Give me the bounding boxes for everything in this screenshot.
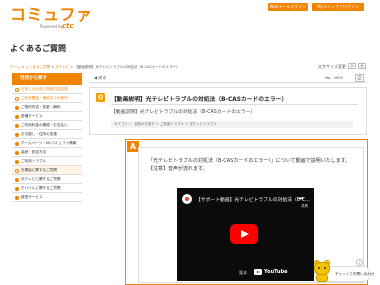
sidebar-item-label: 光電話に関するご質問 bbox=[21, 167, 57, 172]
sidebar-item[interactable]: ご利用開始・増設までの案内 bbox=[12, 94, 82, 103]
sidebar-item-label: 接続・設定方法 bbox=[21, 149, 47, 154]
page-title: よくあるご質問 bbox=[10, 44, 66, 53]
watch-on-label[interactable]: 見る bbox=[239, 270, 247, 276]
sidebar-item[interactable]: 接続・設定方法 bbox=[12, 148, 82, 157]
sidebar-heading: 目的から探す bbox=[12, 73, 82, 85]
bullet-icon bbox=[14, 151, 19, 155]
answer-text: 「光テレビトラブルの対処法（B-CASカードのエラー）」について動画で説明いたし… bbox=[148, 158, 351, 164]
site-header: コミュファ Powered by ctc Webメールログイン Myコミュファロ… bbox=[0, 0, 380, 33]
font-size-label: 文字サイズ変更 bbox=[318, 64, 346, 69]
commufa-logo[interactable]: コミュファ Powered by ctc bbox=[10, 5, 93, 31]
print-icon[interactable]: ⎙ bbox=[355, 74, 364, 82]
back-label: 戻る bbox=[98, 75, 107, 80]
sidebar-item-label: ご利用トラブル bbox=[21, 158, 47, 163]
logo-text: コミュファ bbox=[10, 5, 93, 24]
sidebar-item[interactable]: 各種サービス bbox=[12, 112, 82, 121]
question-box: Q 【動画説明】光テレビトラブルの対処法（B-CASカードのエラー） 【動画説明… bbox=[89, 87, 367, 135]
sidebar: 目的から探す お申し込み及び契約内容変更 ご利用開始・増設までの案内 ご契約内容… bbox=[12, 73, 82, 202]
bullet-icon bbox=[14, 133, 19, 137]
sidebar-item[interactable]: モバイルに関するご質問 bbox=[12, 184, 82, 193]
font-large-button[interactable]: 大 bbox=[358, 63, 366, 69]
bullet-icon bbox=[14, 106, 19, 110]
question-body: 【動画説明】光テレビトラブルの対処法（B-CASカードのエラー） bbox=[111, 110, 256, 115]
mascot-bear-icon bbox=[313, 260, 331, 282]
bullet-icon bbox=[14, 142, 19, 146]
sidebar-item[interactable]: ホームページ・Myコミュファ情報 bbox=[12, 139, 82, 148]
divider bbox=[111, 104, 358, 105]
breadcrumb-home[interactable]: ホーム bbox=[10, 65, 20, 69]
faq-number: No：2895 bbox=[325, 76, 343, 80]
share-label[interactable]: 共有 bbox=[301, 203, 308, 208]
channel-avatar-icon[interactable] bbox=[182, 194, 192, 204]
bullet-icon bbox=[14, 115, 19, 119]
bullet-icon bbox=[14, 124, 19, 128]
sidebar-item-label: ご利用開始・増設までの案内 bbox=[21, 95, 68, 100]
breadcrumb-faq[interactable]: よくあるご質問 bbox=[26, 65, 51, 69]
sidebar-item-label: 光テレビに関するご質問 bbox=[21, 176, 61, 181]
chat-label: チャットでお問い合わせ bbox=[335, 272, 375, 276]
question-title: 【動画説明】光テレビトラブルの対処法（B-CASカードのエラー） bbox=[111, 97, 288, 103]
breadcrumb-current: 【動画説明】光テレビトラブルの対処法（B-CASカードのエラー） bbox=[74, 65, 180, 69]
bullet-icon bbox=[14, 169, 19, 173]
sidebar-item[interactable]: 光電話に関するご質問 bbox=[12, 166, 82, 175]
sidebar-item[interactable]: 光テレビに関するご質問 bbox=[12, 175, 82, 184]
sidebar-item-label: ホームページ・Myコミュファ情報 bbox=[21, 140, 77, 145]
bullet-icon bbox=[14, 178, 19, 182]
sidebar-item[interactable]: ご契約内容・変更・解約 bbox=[12, 103, 82, 112]
sidebar-item[interactable]: お申し込み及び契約内容変更 bbox=[12, 85, 82, 94]
font-small-button[interactable]: 小 bbox=[348, 63, 356, 69]
bullet-icon bbox=[14, 196, 19, 200]
bullet-icon bbox=[14, 160, 19, 164]
logo-ctc: ctc bbox=[62, 22, 74, 30]
play-button-icon[interactable] bbox=[230, 224, 258, 244]
share-icon[interactable]: ➦ bbox=[299, 195, 304, 202]
bullet-icon bbox=[14, 97, 19, 101]
sidebar-item-label: お引越し・住所の変更 bbox=[21, 131, 57, 136]
sidebar-item-label: ご契約内容・変更・解約 bbox=[21, 104, 61, 109]
youtube-logo-icon[interactable] bbox=[254, 269, 262, 275]
category-path: カテゴリー：目的から探す ＞ ご利用トラブル ＞ 光テレビトラブル bbox=[111, 121, 353, 128]
sidebar-item[interactable]: ご利用料金の確認・お支払い bbox=[12, 121, 82, 130]
answer-notice: 【注意】音声が流れます。 bbox=[148, 166, 208, 172]
sidebar-item-label: 各種サービス bbox=[21, 113, 43, 118]
breadcrumb: ホーム > よくあるご質問 > 光テレビ > 【動画説明】光テレビトラブルの対処… bbox=[10, 65, 180, 70]
question-mark-icon: Q bbox=[96, 93, 105, 102]
sidebar-item[interactable]: お引越し・住所の変更 bbox=[12, 130, 82, 139]
faq-toolbar: ◀ 戻る No：2895 ⎙ bbox=[89, 74, 367, 83]
sidebar-item-label: お申し込み及び契約内容変更 bbox=[21, 86, 68, 91]
my-commufa-login-button[interactable]: Myコミュファログイン bbox=[312, 3, 364, 11]
sidebar-item[interactable]: 経営サービス bbox=[12, 193, 82, 202]
webmail-login-button[interactable]: Webメールログイン bbox=[268, 3, 308, 11]
sidebar-item-label: ご利用料金の確認・お支払い bbox=[21, 122, 68, 127]
youtube-wordmark[interactable]: YouTube bbox=[264, 269, 288, 275]
chat-widget-button[interactable]: チャットでお問い合わせ bbox=[314, 260, 375, 282]
bell-icon[interactable]: ♪ bbox=[356, 259, 363, 266]
video-title[interactable]: 【サポート動画】光テレビトラブルの対処法（B-C… bbox=[196, 196, 310, 203]
sidebar-item[interactable]: ご利用トラブル bbox=[12, 157, 82, 166]
bullet-icon bbox=[14, 88, 19, 92]
breadcrumb-tv[interactable]: 光テレビ bbox=[55, 65, 69, 69]
logo-powered-by: Powered by bbox=[40, 24, 64, 29]
sidebar-item-label: 経営サービス bbox=[21, 194, 43, 199]
youtube-video-player[interactable]: 【サポート動画】光テレビトラブルの対処法（B-C… ➦ 共有 見る YouTub… bbox=[177, 188, 314, 281]
back-link[interactable]: ◀ 戻る bbox=[94, 75, 106, 81]
sidebar-item-label: モバイルに関するご質問 bbox=[21, 185, 61, 190]
bullet-icon bbox=[14, 187, 19, 191]
